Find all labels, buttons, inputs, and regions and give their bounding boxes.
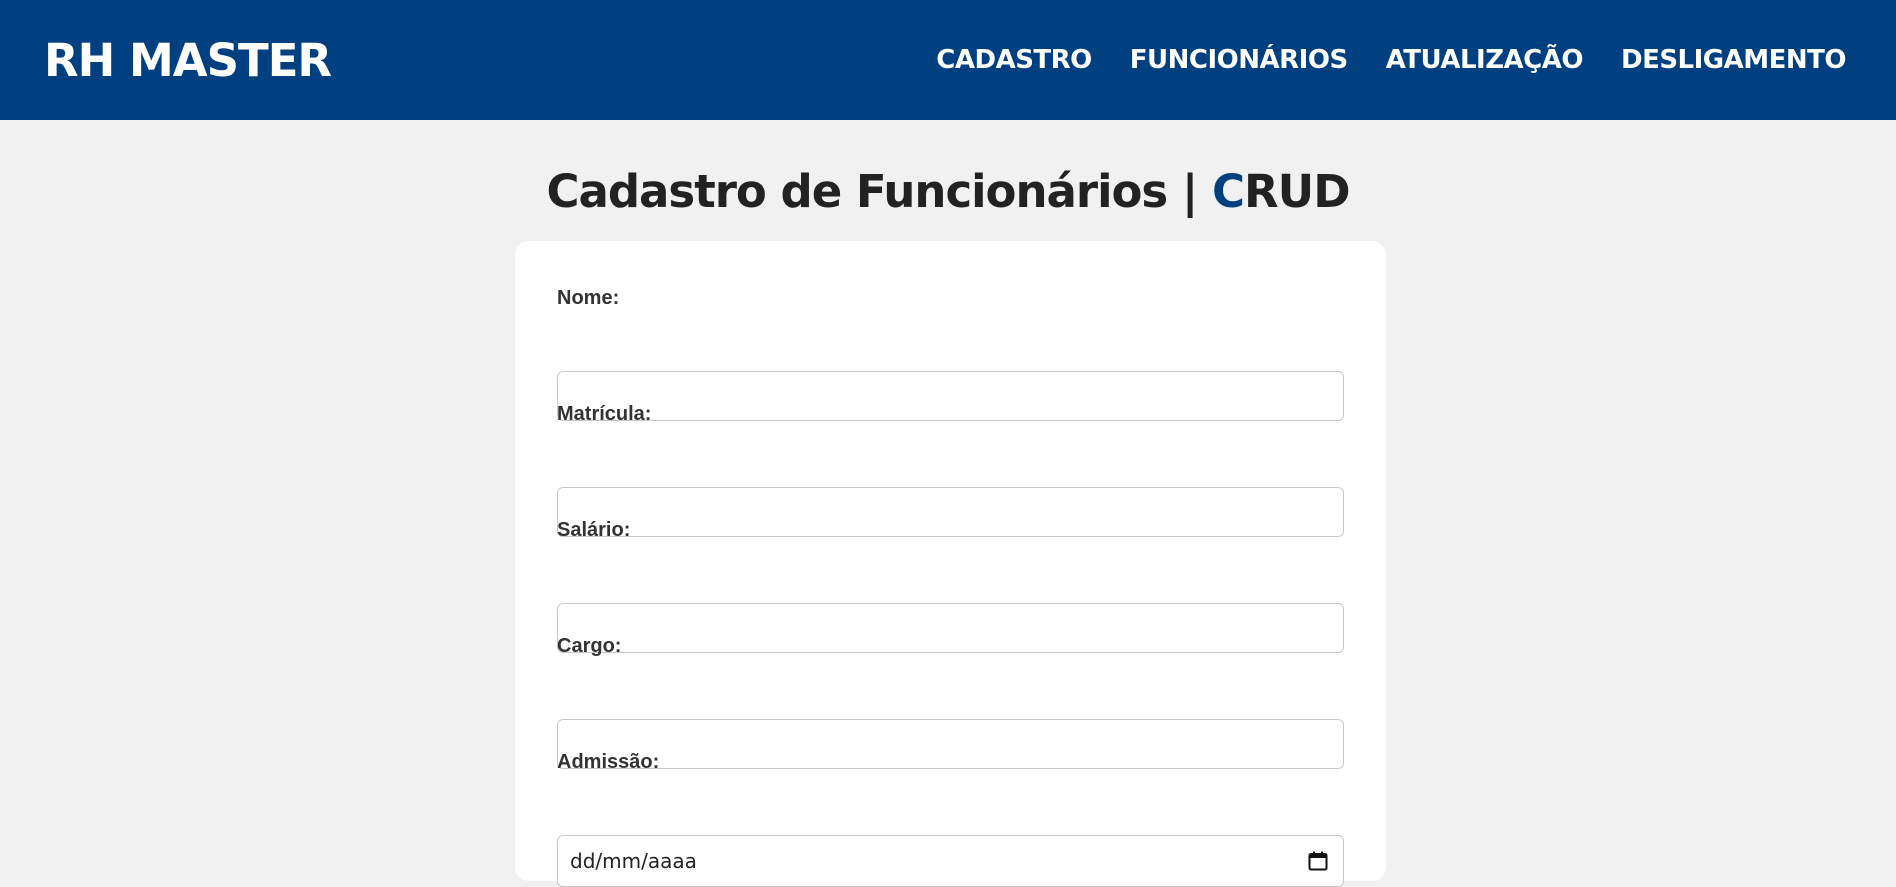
nome-label: Nome: xyxy=(557,287,620,309)
nav-desligamento[interactable]: DESLIGAMENTO xyxy=(1621,45,1847,75)
employee-form-card: Nome: Matrícula: Salário: Cargo: Admissã… xyxy=(515,241,1386,887)
cargo-label: Cargo: xyxy=(557,635,622,657)
matricula-label: Matrícula: xyxy=(557,403,652,425)
calendar-icon[interactable] xyxy=(1307,850,1329,872)
page-title-main: Cadastro de Funcionários | xyxy=(546,165,1212,218)
brand-logo[interactable]: RH MASTER xyxy=(44,34,332,87)
page-title-accent: C xyxy=(1211,165,1245,218)
page-title-rest: RUD xyxy=(1244,165,1351,218)
admissao-date-placeholder: dd/mm/aaaa xyxy=(570,849,697,873)
salario-field-group: Salário: xyxy=(557,515,1344,653)
admissao-field-group: Admissão: dd/mm/aaaa xyxy=(557,747,1344,887)
salario-label: Salário: xyxy=(557,519,631,541)
page-title: Cadastro de Funcionários | CRUD xyxy=(0,165,1896,218)
nav-atualizacao[interactable]: ATUALIZAÇÃO xyxy=(1386,45,1584,75)
admissao-label: Admissão: xyxy=(557,751,660,773)
nav-cadastro[interactable]: CADASTRO xyxy=(936,45,1092,75)
admissao-date-input[interactable]: dd/mm/aaaa xyxy=(557,835,1344,887)
cargo-field-group: Cargo: xyxy=(557,631,1344,769)
nav-funcionarios[interactable]: FUNCIONÁRIOS xyxy=(1130,45,1348,75)
matricula-field-group: Matrícula: xyxy=(557,399,1344,537)
nome-field-group: Nome: xyxy=(557,283,1344,421)
main-nav: CADASTRO FUNCIONÁRIOS ATUALIZAÇÃO DESLIG… xyxy=(936,45,1846,75)
top-navbar: RH MASTER CADASTRO FUNCIONÁRIOS ATUALIZA… xyxy=(0,0,1896,120)
